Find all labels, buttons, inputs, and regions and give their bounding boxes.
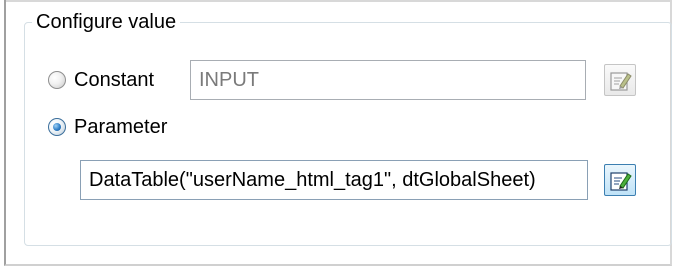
constant-edit-button — [604, 64, 636, 96]
edit-pencil-icon — [610, 172, 632, 191]
edit-pencil-icon — [610, 72, 632, 91]
parameter-radio-option[interactable]: Parameter — [48, 114, 167, 140]
parameter-label: Parameter — [74, 115, 168, 138]
parameter-radio[interactable] — [48, 118, 66, 136]
group-title: Configure value — [32, 10, 181, 34]
constant-radio[interactable] — [48, 71, 66, 89]
radio-selected-dot — [53, 123, 61, 131]
parameter-edit-button[interactable] — [604, 164, 636, 196]
constant-value-field: INPUT — [190, 60, 586, 100]
constant-label: Constant — [74, 68, 155, 91]
parameter-value-field[interactable]: DataTable("userName_html_tag1", dtGlobal… — [80, 160, 588, 200]
constant-radio-option[interactable]: Constant — [48, 67, 154, 93]
